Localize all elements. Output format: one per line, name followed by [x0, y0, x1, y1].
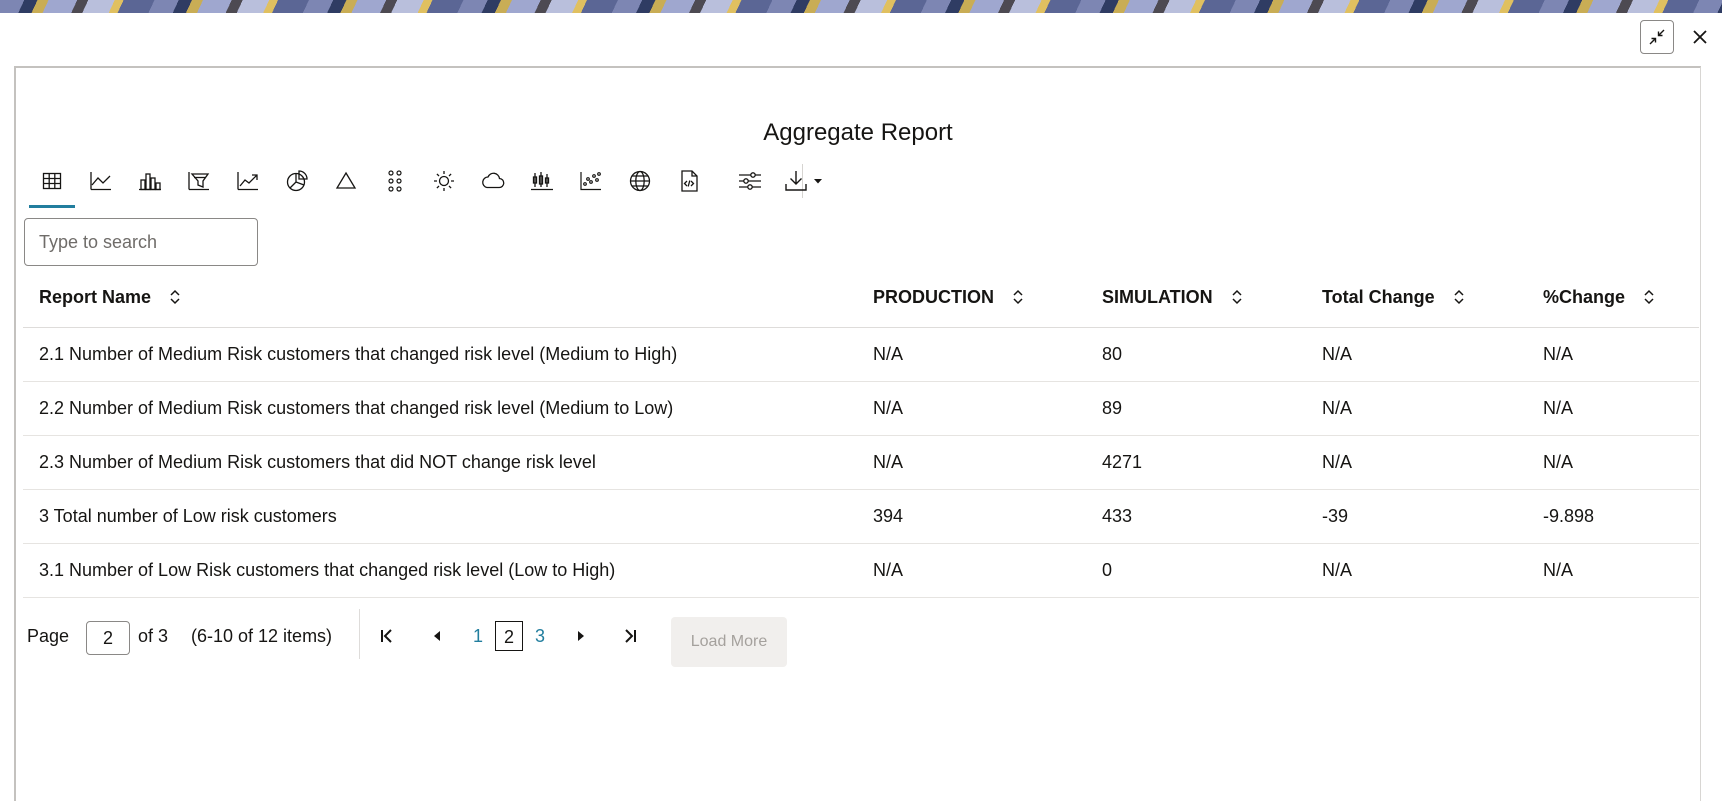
cell-report-name: 3.1 Number of Low Risk customers that ch… [23, 543, 873, 598]
pagination: Page of 3 (6-10 of 12 items) 1 2 3 Load … [16, 609, 816, 669]
page-link-1[interactable]: 1 [464, 621, 492, 651]
search-input[interactable] [24, 218, 258, 266]
cell-pct-change: N/A [1543, 435, 1699, 490]
table-row[interactable]: 2.2 Number of Medium Risk customers that… [23, 381, 1699, 436]
cell-report-name: 3 Total number of Low risk customers [23, 489, 873, 544]
box-plot-icon[interactable] [520, 164, 564, 198]
tag-cloud-icon[interactable] [471, 164, 515, 198]
column-header-simulation[interactable]: SIMULATION [1102, 267, 1322, 328]
last-page-icon[interactable] [617, 623, 643, 649]
cell-production: N/A [873, 327, 1102, 382]
report-table: Report Name PRODUCTION SIMULATION Total … [23, 267, 1699, 598]
first-page-icon[interactable] [374, 623, 400, 649]
cell-total-change: N/A [1322, 435, 1543, 490]
page-count-label: of 3 [138, 626, 169, 646]
cell-report-name: 2.2 Number of Medium Risk customers that… [23, 381, 873, 436]
scatter-chart-icon[interactable] [569, 164, 613, 198]
caret-down-icon [814, 179, 822, 184]
cell-pct-change: N/A [1543, 327, 1699, 382]
cell-total-change: N/A [1322, 543, 1543, 598]
cell-report-name: 2.3 Number of Medium Risk customers that… [23, 435, 873, 490]
decorative-banner [0, 0, 1722, 13]
previous-page-icon[interactable] [424, 623, 450, 649]
cell-simulation: 80 [1102, 327, 1322, 382]
cell-report-name: 2.1 Number of Medium Risk customers that… [23, 327, 873, 382]
items-range-label: (6-10 of 12 items) [191, 626, 333, 646]
pyramid-chart-icon[interactable] [324, 164, 368, 198]
sunburst-chart-icon[interactable] [422, 164, 466, 198]
sort-icon[interactable] [1642, 288, 1656, 306]
sort-icon[interactable] [168, 288, 182, 306]
column-header-production[interactable]: PRODUCTION [873, 267, 1102, 328]
column-header-pct-change[interactable]: %Change [1543, 267, 1699, 328]
sort-icon[interactable] [1230, 288, 1244, 306]
column-header-total-change[interactable]: Total Change [1322, 267, 1543, 328]
close-icon[interactable] [1683, 20, 1717, 54]
download-icon[interactable] [777, 164, 831, 198]
page-number-input[interactable] [86, 621, 130, 655]
page-link-2[interactable]: 2 [495, 621, 523, 651]
page-link-3[interactable]: 3 [526, 621, 554, 651]
column-header-report-name[interactable]: Report Name [23, 267, 873, 328]
collapse-arrows-icon[interactable] [1640, 20, 1674, 54]
cell-total-change: -39 [1322, 489, 1543, 544]
globe-map-icon[interactable] [618, 164, 662, 198]
bar-chart-icon[interactable] [128, 164, 172, 198]
table-view-icon[interactable] [29, 164, 75, 208]
column-label: %Change [1543, 286, 1626, 307]
column-label: SIMULATION [1102, 286, 1213, 307]
funnel-chart-icon[interactable] [177, 164, 221, 198]
cell-production: N/A [873, 381, 1102, 436]
report-panel: Aggregate Report Type to search Report N… [14, 66, 1701, 801]
cell-total-change: N/A [1322, 381, 1543, 436]
cell-pct-change: N/A [1543, 543, 1699, 598]
column-label: Report Name [39, 286, 152, 307]
cell-total-change: N/A [1322, 327, 1543, 382]
cell-pct-change: N/A [1543, 381, 1699, 436]
pagination-separator [359, 609, 360, 659]
report-title: Aggregate Report [763, 119, 953, 146]
line-chart-icon[interactable] [79, 164, 123, 198]
trend-chart-icon[interactable] [226, 164, 270, 198]
cell-simulation: 0 [1102, 543, 1322, 598]
pie-chart-icon[interactable] [275, 164, 319, 198]
code-export-icon[interactable] [667, 164, 711, 198]
table-row[interactable]: 3 Total number of Low risk customers 394… [23, 489, 1699, 544]
sort-icon[interactable] [1011, 288, 1025, 306]
column-label: PRODUCTION [873, 286, 994, 307]
sort-icon[interactable] [1452, 288, 1466, 306]
filter-settings-icon[interactable] [728, 164, 772, 198]
next-page-icon[interactable] [568, 623, 594, 649]
table-row[interactable]: 3.1 Number of Low Risk customers that ch… [23, 543, 1699, 598]
table-row[interactable]: 2.3 Number of Medium Risk customers that… [23, 435, 1699, 490]
table-row[interactable]: 2.1 Number of Medium Risk customers that… [23, 327, 1699, 382]
dot-matrix-icon[interactable] [373, 164, 417, 198]
cell-production: N/A [873, 543, 1102, 598]
table-header-row: Report Name PRODUCTION SIMULATION Total … [23, 267, 1699, 328]
cell-production: 394 [873, 489, 1102, 544]
cell-simulation: 89 [1102, 381, 1322, 436]
cell-simulation: 433 [1102, 489, 1322, 544]
cell-simulation: 4271 [1102, 435, 1322, 490]
cell-pct-change: -9.898 [1543, 489, 1699, 544]
load-more-button[interactable]: Load More [671, 617, 787, 667]
page-label: Page [27, 626, 70, 646]
column-label: Total Change [1322, 286, 1435, 307]
cell-production: N/A [873, 435, 1102, 490]
